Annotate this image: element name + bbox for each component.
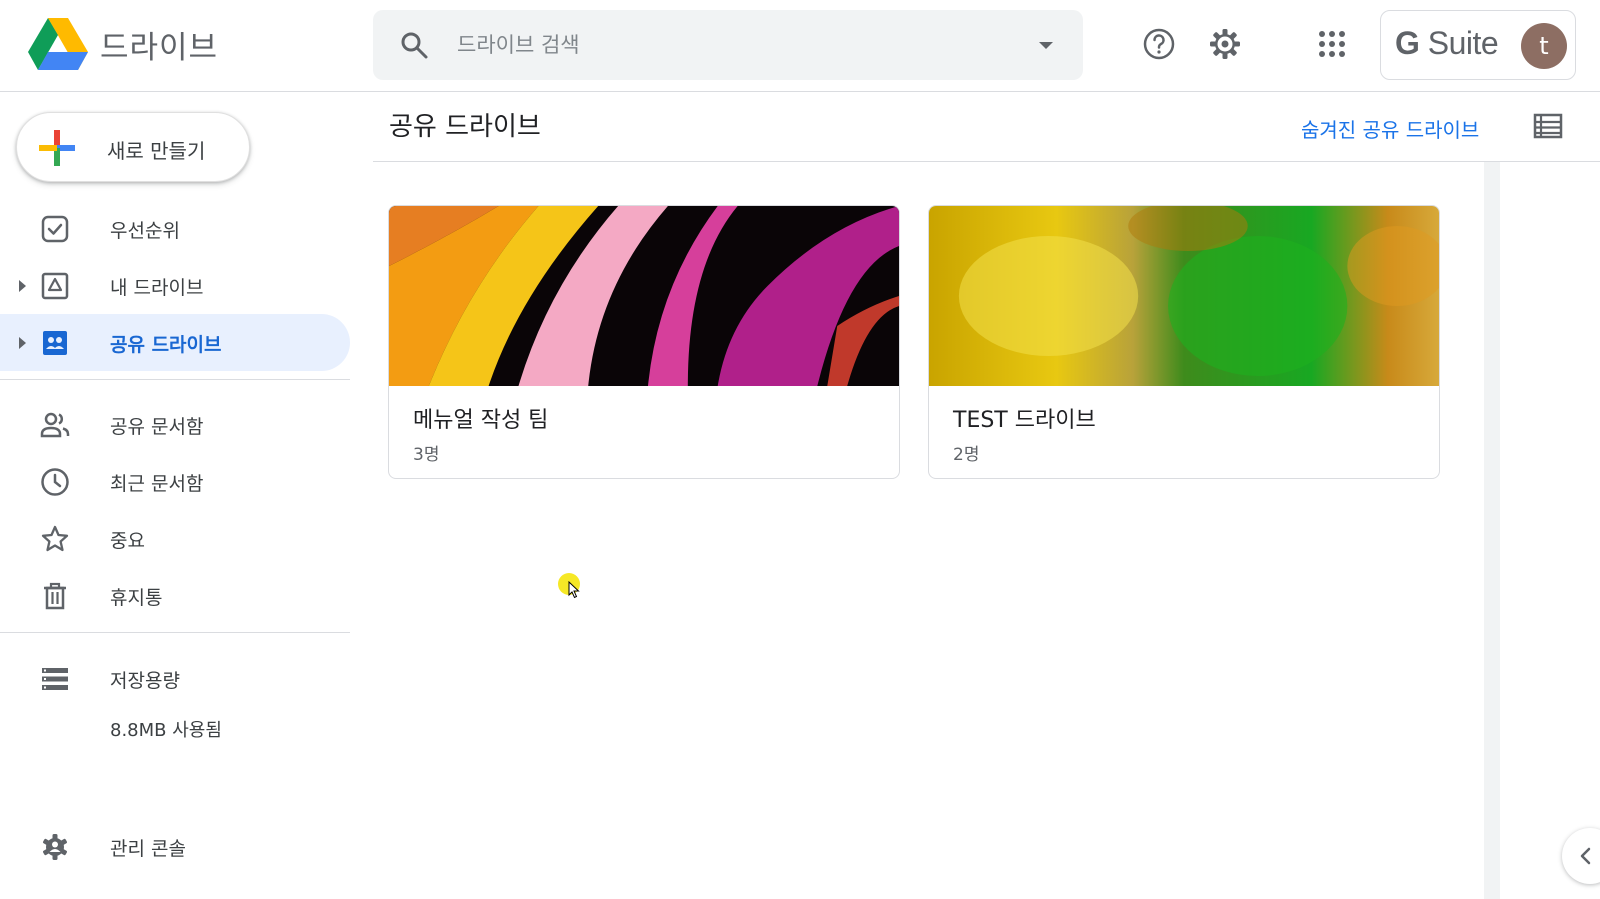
search-options-dropdown-icon[interactable]: [1039, 42, 1053, 49]
gsuite-account-button[interactable]: G Suite t: [1380, 10, 1576, 80]
sidebar-item-starred[interactable]: 중요: [0, 510, 350, 567]
sidebar-item-recent[interactable]: 최근 문서함: [0, 453, 350, 510]
search-bar[interactable]: [373, 10, 1083, 80]
sidebar-divider: [0, 632, 350, 633]
expand-arrow-icon[interactable]: [19, 337, 26, 349]
hidden-shared-drives-link[interactable]: 숨겨진 공유 드라이브: [1301, 114, 1479, 143]
clock-icon: [41, 468, 69, 496]
storage-used-text: 8.8MB 사용됨: [110, 720, 222, 741]
sidebar-item-label: 공유 드라이브: [110, 334, 222, 356]
search-input[interactable]: [457, 27, 997, 63]
avatar[interactable]: t: [1521, 23, 1567, 69]
drive-banner-image: [389, 206, 899, 386]
shared-drive-card[interactable]: TEST 드라이브 2명: [928, 205, 1440, 479]
drive-member-count: 3명: [413, 445, 440, 465]
side-panel-toggle-button[interactable]: [1562, 828, 1600, 884]
vertical-scrollbar[interactable]: [1484, 162, 1500, 899]
sidebar-item-shared-with-me[interactable]: 공유 문서함: [0, 396, 350, 453]
settings-icon[interactable]: [1208, 27, 1242, 61]
apps-grid-icon[interactable]: [1315, 27, 1349, 61]
admin-console-icon: [43, 834, 67, 860]
sidebar-item-label: 우선순위: [110, 220, 180, 242]
trash-icon: [44, 582, 66, 610]
sidebar-item-admin-console[interactable]: 관리 콘솔: [0, 818, 350, 875]
drive-member-count: 2명: [953, 445, 980, 465]
sidebar-item-my-drive[interactable]: 내 드라이브: [0, 257, 350, 314]
priority-icon: [41, 215, 69, 243]
new-button[interactable]: 새로 만들기: [16, 112, 250, 182]
sidebar-item-label: 휴지통: [110, 587, 163, 609]
storage-icon: [42, 668, 68, 690]
shared-drive-card[interactable]: 메뉴얼 작성 팀 3명: [388, 205, 900, 479]
sidebar-item-label: 저장용량: [110, 670, 180, 692]
sidebar-item-label: 최근 문서함: [110, 473, 204, 495]
my-drive-icon: [41, 272, 69, 300]
shared-with-me-icon: [40, 412, 70, 438]
sidebar-item-storage[interactable]: 저장용량: [0, 650, 350, 707]
sidebar-item-label: 관리 콘솔: [110, 838, 186, 860]
page-title: 공유 드라이브: [389, 112, 541, 142]
plus-icon: [39, 130, 75, 166]
list-view-icon[interactable]: [1533, 112, 1563, 140]
help-icon[interactable]: [1142, 27, 1176, 61]
sidebar-item-label: 내 드라이브: [110, 277, 204, 299]
chevron-left-icon: [1580, 847, 1591, 865]
sidebar-item-shared-drives[interactable]: 공유 드라이브: [0, 314, 350, 371]
sidebar-item-priority[interactable]: 우선순위: [0, 200, 350, 257]
gsuite-logo: G Suite: [1395, 25, 1499, 61]
sidebar-item-label: 공유 문서함: [110, 416, 204, 438]
sidebar-item-label: 중요: [110, 530, 145, 552]
top-header: 드라이브 G Suite t: [0, 0, 1600, 92]
search-icon[interactable]: [399, 30, 429, 60]
sidebar-item-trash[interactable]: 휴지통: [0, 567, 350, 624]
sidebar: 새로 만들기 우선순위 내 드라이브 공유 드라이브 공유 문서함 최근 문서함…: [0, 92, 350, 899]
expand-arrow-icon[interactable]: [19, 280, 26, 292]
drive-name: 메뉴얼 작성 팀: [413, 408, 549, 433]
app-title[interactable]: 드라이브: [100, 22, 218, 67]
drive-banner-image: [929, 206, 1439, 386]
drive-name: TEST 드라이브: [953, 408, 1096, 433]
star-icon: [41, 525, 69, 552]
main-header: 공유 드라이브 숨겨진 공유 드라이브: [373, 92, 1600, 162]
new-button-label: 새로 만들기: [107, 139, 206, 163]
drive-logo-icon[interactable]: [28, 18, 88, 70]
shared-drives-icon: [43, 331, 67, 355]
mouse-cursor-icon: [568, 581, 580, 599]
sidebar-divider: [0, 379, 350, 380]
